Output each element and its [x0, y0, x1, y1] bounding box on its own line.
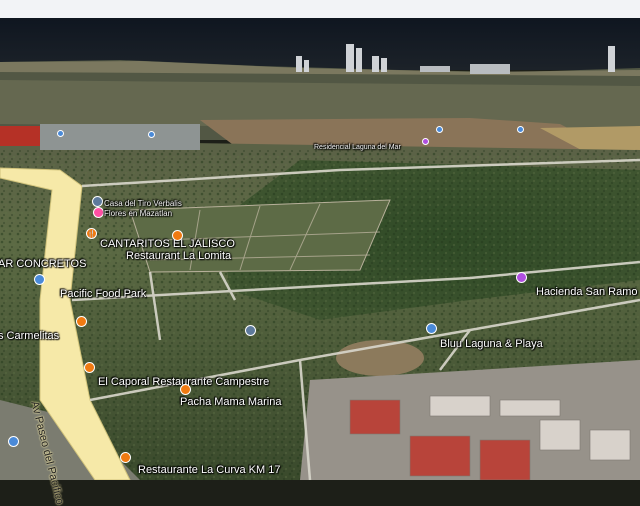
sky — [0, 0, 640, 20]
place-label-lomita: Restaurant La Lomita — [126, 250, 232, 262]
far-place-pin[interactable] — [436, 126, 443, 133]
restaurant-icon[interactable] — [84, 362, 95, 373]
place-pin-icon[interactable] — [92, 196, 103, 207]
place-pin-icon[interactable] — [8, 436, 19, 447]
place-pin-icon[interactable] — [34, 274, 45, 285]
industrial-building — [0, 126, 40, 146]
place-label-flores: Flores en Mazatlan — [104, 209, 173, 218]
place-label-concretos: AR CONCRETOS — [0, 258, 87, 270]
place-label-pacific: Pacific Food Park — [60, 288, 147, 300]
place-label-curva: Restaurante La Curva KM 17 — [138, 464, 281, 476]
restaurant-icon[interactable] — [76, 316, 87, 327]
far-place-pin[interactable] — [148, 131, 155, 138]
place-label-cantaritos: CANTARITOS EL JALISCO — [100, 238, 235, 250]
far-place-pin[interactable] — [57, 130, 64, 137]
far-place-pin[interactable] — [517, 126, 524, 133]
place-label-casa: Casa del Tiro Verbalis — [104, 199, 182, 208]
place-pin-icon[interactable] — [245, 325, 256, 336]
place-label-bluu: Bluu Laguna & Playa — [440, 338, 543, 350]
restaurant-icon[interactable] — [172, 230, 183, 241]
restaurant-icon[interactable] — [120, 452, 131, 463]
restaurant-icon[interactable] — [180, 384, 191, 395]
restaurant-icon[interactable]: 🍴 — [86, 228, 97, 239]
shop-icon[interactable] — [93, 207, 104, 218]
place-label-carmelitas: s Carmelitas — [0, 330, 60, 342]
place-label-hacienda: Hacienda San Ramo — [536, 286, 638, 298]
industrial-yard — [40, 124, 200, 150]
satellite-map[interactable] — [0, 0, 640, 480]
hotel-icon[interactable] — [516, 272, 527, 283]
place-pin-icon[interactable] — [426, 323, 437, 334]
far-place-label: Residencial Laguna del Mar — [314, 144, 401, 151]
place-label-pacha: Pacha Mama Marina — [180, 396, 282, 408]
far-place-pin[interactable] — [422, 138, 429, 145]
